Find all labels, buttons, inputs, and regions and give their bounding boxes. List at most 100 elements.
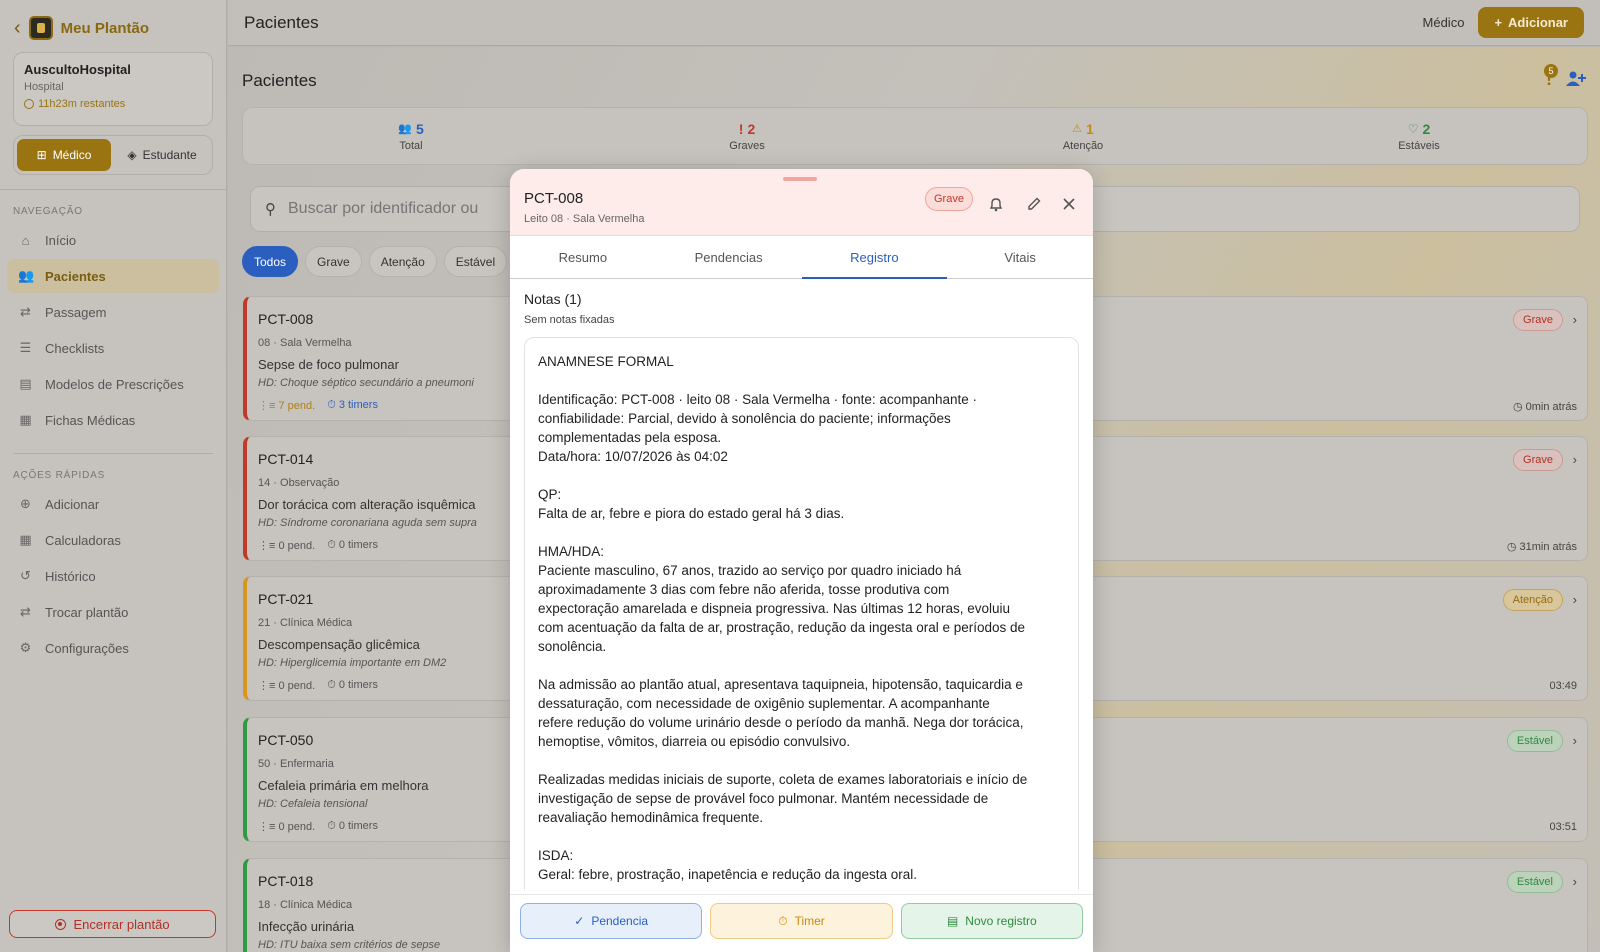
sheet-tabs: Resumo Pendencias Registro Vitais xyxy=(510,236,1093,279)
chevron-right-icon[interactable]: › xyxy=(1573,874,1577,889)
patient-meta: ⋮≡ 0 pend. ⏱ 0 timers xyxy=(258,539,378,552)
stats-bar: 👥 5 Total ! 2 Graves ⚠ 1 Atenção ♡ 2 Estávei… xyxy=(242,107,1588,165)
tab-pendencias[interactable]: Pendencias xyxy=(656,236,802,278)
pending-text: 0 pend. xyxy=(278,540,316,552)
sidebar-item-modelos[interactable]: ▤ Modelos de Prescrições xyxy=(7,367,219,401)
quick-item-trocar[interactable]: ⇄ Trocar plantão xyxy=(7,595,219,629)
patient-location: 08 · Sala Vermelha xyxy=(258,337,352,349)
history-icon: ↺ xyxy=(20,568,31,583)
add-label: Adicionar xyxy=(1508,15,1568,30)
timers-count: ⏱ 0 timers xyxy=(327,820,378,832)
plus-icon: + xyxy=(1494,15,1503,30)
chevron-right-icon[interactable]: › xyxy=(1573,592,1577,607)
updated-time-text: 0min atrás xyxy=(1525,401,1577,413)
patient-hd: HD: Síndrome coronariana aguda sem supra xyxy=(258,517,477,529)
drag-handle[interactable] xyxy=(783,177,817,181)
sidebar-header: ‹ Meu Plantão xyxy=(0,0,226,42)
patient-id: PCT-050 xyxy=(258,732,314,748)
sidebar-item-checklists[interactable]: ☰ Checklists xyxy=(7,331,219,365)
exclamation-icon: ! xyxy=(738,120,744,137)
notes-subtitle: Sem notas fixadas xyxy=(524,314,615,326)
button-label: Timer xyxy=(794,914,825,928)
users-icon: 👥 xyxy=(398,123,412,135)
document-icon: ▤ xyxy=(19,376,32,391)
patient-location: 18 · Clínica Médica xyxy=(258,899,353,911)
end-shift-button[interactable]: Encerrar plantão xyxy=(9,910,216,938)
stat-atencao[interactable]: ⚠ 1 Atenção xyxy=(915,108,1251,164)
pending-count: ⋮≡ 0 pend. xyxy=(258,821,316,833)
role-medico-button[interactable]: ⊞ Médico xyxy=(17,139,111,171)
sidebar-item-passagem[interactable]: ⇄ Passagem xyxy=(7,295,219,329)
patient-hd: HD: Hiperglicemia importante em DM2 xyxy=(258,657,447,669)
quick-item-adicionar[interactable]: ⊕ Adicionar xyxy=(7,487,219,521)
role-estudante-button[interactable]: ◈ Estudante xyxy=(115,139,209,171)
quick-item-label: Trocar plantão xyxy=(45,604,129,620)
edit-icon[interactable] xyxy=(1026,196,1042,212)
patient-id: PCT-014 xyxy=(258,451,314,467)
stat-label: Graves xyxy=(729,139,765,152)
chevron-right-icon[interactable]: › xyxy=(1573,452,1577,467)
stat-estaveis[interactable]: ♡ 2 Estáveis xyxy=(1251,108,1587,164)
status-badge: Grave xyxy=(1513,309,1563,331)
pending-count: ⋮≡ 7 pend. xyxy=(258,400,316,412)
nav-section-title: NAVEGAÇÃO xyxy=(13,206,83,217)
end-shift-label: Encerrar plantão xyxy=(73,916,170,932)
add-timer-button[interactable]: ⏱ Timer xyxy=(710,903,893,939)
sheet-body: Notas (1) Sem notas fixadas ANAMNESE FOR… xyxy=(510,279,1093,890)
app-title: Meu Plantão xyxy=(60,19,150,37)
filter-todos[interactable]: Todos xyxy=(242,246,299,277)
note-text: ANAMNESE FORMAL Identificação: PCT-008 ·… xyxy=(538,354,1028,882)
filter-estavel[interactable]: Estável xyxy=(443,246,508,277)
back-arrow-icon[interactable]: ‹ xyxy=(14,18,21,38)
sheet-header: PCT-008 Leito 08 · Sala Vermelha Grave xyxy=(510,169,1093,236)
filter-atencao[interactable]: Atenção xyxy=(368,246,437,277)
updated-time: ◷ 31min atrás xyxy=(1506,541,1577,553)
tab-registro[interactable]: Registro xyxy=(801,236,948,279)
status-badge: Grave xyxy=(1513,449,1563,471)
hospital-card[interactable]: AuscultoHospital Hospital 11h23m restant… xyxy=(13,52,213,126)
quick-item-label: Calculadoras xyxy=(45,532,121,548)
add-user-icon[interactable] xyxy=(1566,71,1586,87)
close-icon[interactable] xyxy=(1061,196,1077,212)
swap-icon: ⇄ xyxy=(20,304,31,319)
sidebar-item-pacientes[interactable]: 👥 Pacientes xyxy=(7,259,219,293)
updated-time: ◷ 0min atrás xyxy=(1512,401,1577,413)
timers-text: 0 timers xyxy=(338,539,378,551)
quick-item-historico[interactable]: ↺ Histórico xyxy=(7,559,219,593)
sidebar-item-inicio[interactable]: ⌂ Início xyxy=(7,223,219,257)
patient-meta: ⋮≡ 0 pend. ⏱ 0 timers xyxy=(258,679,378,692)
current-role: Médico xyxy=(1422,15,1465,30)
filter-grave[interactable]: Grave xyxy=(305,246,362,277)
pending-text: 0 pend. xyxy=(278,680,316,692)
quick-item-config[interactable]: ⚙ Configurações xyxy=(7,631,219,665)
quick-item-calculadoras[interactable]: ▦ Calculadoras xyxy=(7,523,219,557)
shift-remaining-text: 11h23m restantes xyxy=(38,98,126,110)
status-badge: Estável xyxy=(1506,871,1563,893)
tab-resumo[interactable]: Resumo xyxy=(510,236,656,278)
stat-value: 2 xyxy=(747,120,756,137)
sidebar-item-fichas[interactable]: ▦ Fichas Médicas xyxy=(7,403,219,437)
tab-vitais[interactable]: Vitais xyxy=(947,236,1093,278)
stat-graves[interactable]: ! 2 Graves xyxy=(579,108,915,164)
search-input[interactable] xyxy=(288,200,508,218)
sheet-footer: ✓ Pendencia ⏱ Timer ▤ Novo registro xyxy=(510,894,1093,952)
add-pending-button[interactable]: ✓ Pendencia xyxy=(520,903,703,939)
bell-icon[interactable] xyxy=(988,196,1004,212)
patient-diagnosis: Descompensação glicêmica xyxy=(258,637,420,652)
chevron-right-icon[interactable]: › xyxy=(1573,312,1577,327)
add-button[interactable]: + Adicionar xyxy=(1478,7,1584,38)
new-record-button[interactable]: ▤ Novo registro xyxy=(900,903,1083,939)
topbar: Pacientes Médico + Adicionar xyxy=(228,0,1600,46)
status-badge: Atenção xyxy=(1502,589,1563,611)
heart-icon: ♡ xyxy=(1407,121,1419,136)
hospital-name: AuscultoHospital xyxy=(24,62,131,77)
note-card[interactable]: ANAMNESE FORMAL Identificação: PCT-008 ·… xyxy=(524,337,1079,890)
timers-text: 0 timers xyxy=(338,679,378,691)
chevron-right-icon[interactable]: › xyxy=(1573,733,1577,748)
updated-time-text: 31min atrás xyxy=(1519,541,1577,553)
updated-time: 03:51 xyxy=(1549,821,1577,833)
stat-total[interactable]: 👥 5 Total xyxy=(243,108,579,164)
medical-plus-icon: ⊞ xyxy=(36,148,47,162)
stop-circle-icon xyxy=(55,918,67,930)
clock-icon xyxy=(24,99,34,109)
